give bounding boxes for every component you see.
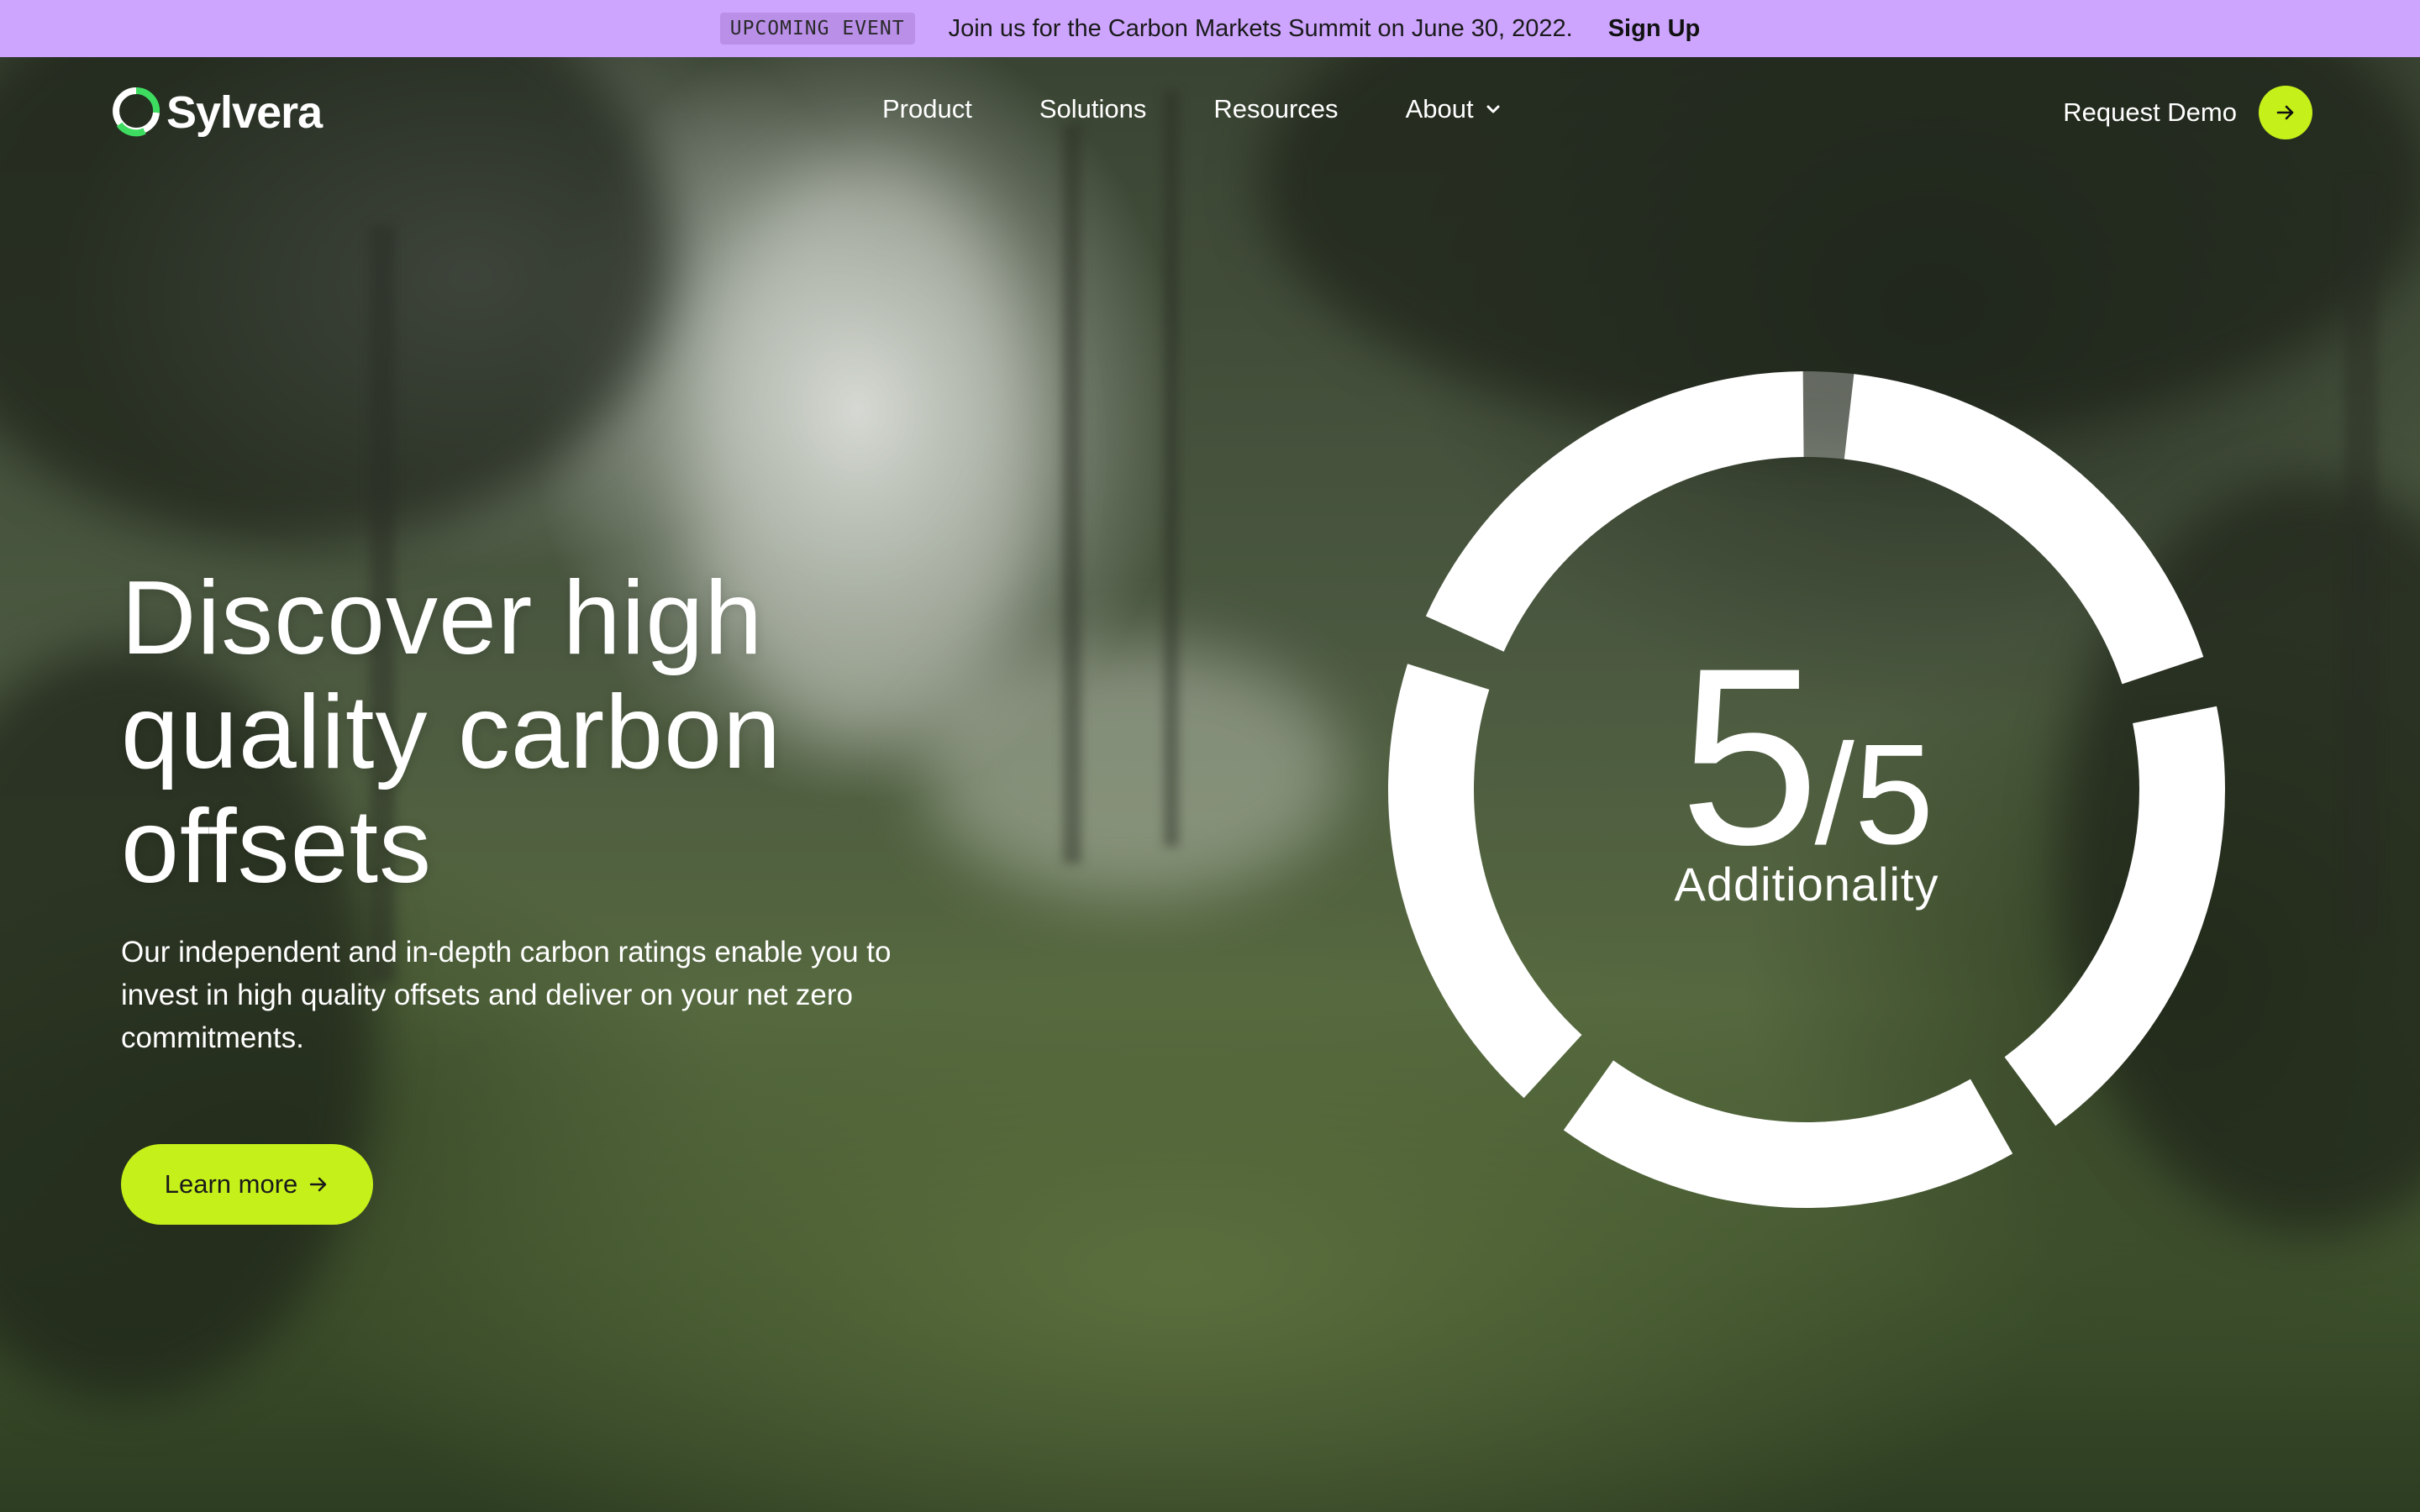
sylvera-logo[interactable]: Sylvera xyxy=(113,86,323,139)
main-menu: Product Solutions Resources About xyxy=(882,94,1568,124)
ring-segment xyxy=(1388,664,1582,1099)
event-badge: UPCOMING EVENT xyxy=(719,13,915,45)
announcement-message: Join us for the Carbon Markets Summit on… xyxy=(948,14,1573,42)
logo-wordmark: Sylvera xyxy=(166,87,323,138)
demo-arrow-circle xyxy=(2259,86,2312,139)
nav-item-label: Resources xyxy=(1213,94,1339,123)
nav-item-about[interactable]: About xyxy=(1406,94,1501,124)
arrow-right-icon xyxy=(310,1177,327,1192)
nav-item-solutions[interactable]: Solutions xyxy=(1039,94,1147,124)
announcement-bar: UPCOMING EVENT Join us for the Carbon Ma… xyxy=(0,0,2420,57)
rating-ring xyxy=(1388,371,2225,1208)
sylvera-ring-icon xyxy=(113,87,160,137)
ring-segment xyxy=(1425,371,1804,652)
ring-segment xyxy=(1844,374,2204,685)
hero-subcopy: Our independent and in-depth carbon rati… xyxy=(121,936,892,1054)
request-demo-button[interactable]: Request Demo xyxy=(2063,86,2312,139)
nav-item-product[interactable]: Product xyxy=(882,94,972,124)
top-nav: Sylvera Product Solutions Resources Abou… xyxy=(0,57,2420,171)
nav-item-label: About xyxy=(1405,94,1474,123)
ring-segment xyxy=(1563,1060,2013,1208)
learn-more-button[interactable]: Learn more xyxy=(121,1144,373,1225)
arrow-right-icon xyxy=(2276,105,2294,120)
ring-segment xyxy=(2004,706,2225,1126)
nav-item-label: Product xyxy=(882,94,972,123)
nav-item-resources[interactable]: Resources xyxy=(1213,94,1338,124)
request-demo-label: Request Demo xyxy=(2063,97,2237,127)
sign-up-link[interactable]: Sign Up xyxy=(1608,15,1701,43)
hero-headline: Discover high quality carbon offsets xyxy=(121,560,782,905)
chevron-down-icon xyxy=(1486,105,1500,113)
nav-item-label: Solutions xyxy=(1039,94,1147,123)
learn-more-label: Learn more xyxy=(164,1169,298,1199)
